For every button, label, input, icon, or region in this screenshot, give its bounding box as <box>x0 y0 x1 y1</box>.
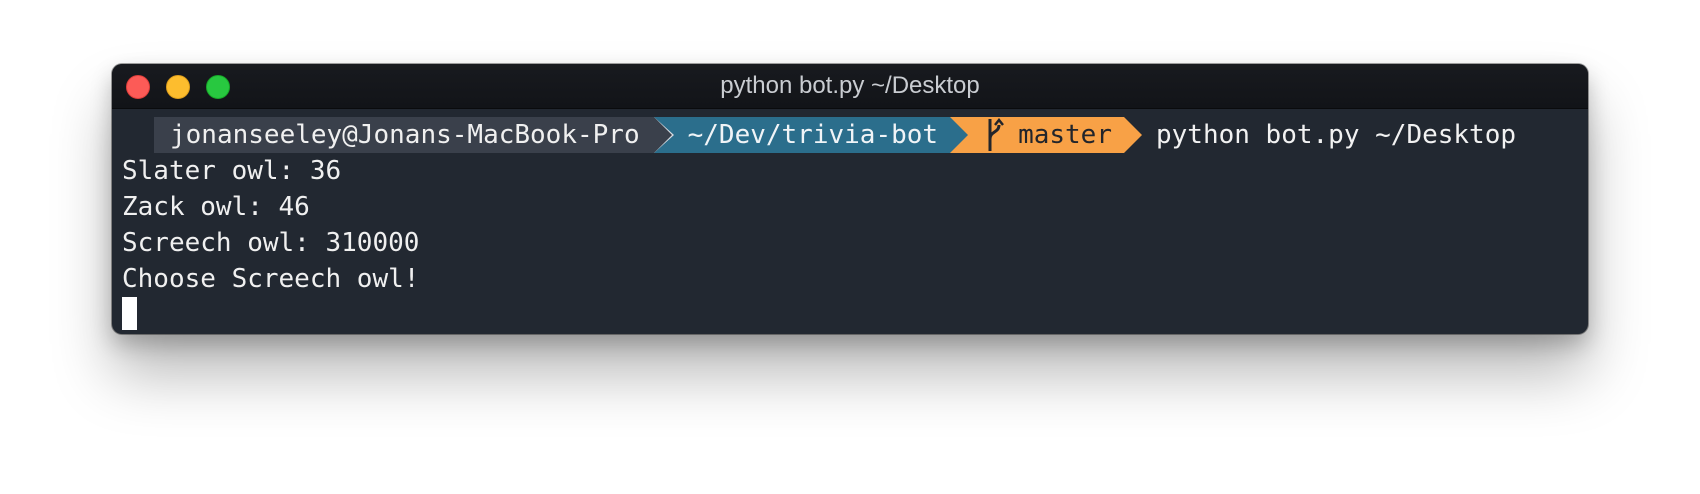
close-icon[interactable] <box>126 75 150 99</box>
text-cursor <box>122 297 137 330</box>
minimize-icon[interactable] <box>166 75 190 99</box>
prompt-user-segment: jonanseeley@Jonans-MacBook-Pro <box>154 117 674 153</box>
shell-prompt: jonanseeley@Jonans-MacBook-Pro ~/Dev/tri… <box>154 117 1516 153</box>
segment-arrow <box>653 117 672 153</box>
desktop-background: python bot.py ~/Desktop jonanseeley@Jona… <box>0 0 1700 494</box>
output-line: Screech owl: 310000 <box>122 228 420 258</box>
prompt-command: python bot.py ~/Desktop <box>1155 120 1517 150</box>
terminal-content[interactable]: jonanseeley@Jonans-MacBook-Pro ~/Dev/tri… <box>112 109 1588 334</box>
segment-arrow <box>1123 117 1142 153</box>
output-line: Choose Screech owl! <box>122 264 420 294</box>
output-line: Slater owl: 36 <box>122 156 342 186</box>
window-title: python bot.py ~/Desktop <box>720 72 980 99</box>
git-branch-icon <box>988 117 1005 151</box>
title-bar[interactable]: python bot.py ~/Desktop <box>112 64 1588 109</box>
prompt-path-segment: ~/Dev/trivia-bot <box>653 117 969 153</box>
prompt-branch: master <box>1018 120 1112 150</box>
prompt-path: ~/Dev/trivia-bot <box>687 120 939 150</box>
output-line: Zack owl: 46 <box>122 192 310 222</box>
prompt-git-segment: master <box>950 117 1142 153</box>
terminal-window[interactable]: python bot.py ~/Desktop jonanseeley@Jona… <box>112 64 1588 334</box>
maximize-icon[interactable] <box>206 75 230 99</box>
segment-arrow <box>950 117 969 153</box>
prompt-user-host: jonanseeley@Jonans-MacBook-Pro <box>170 120 640 150</box>
